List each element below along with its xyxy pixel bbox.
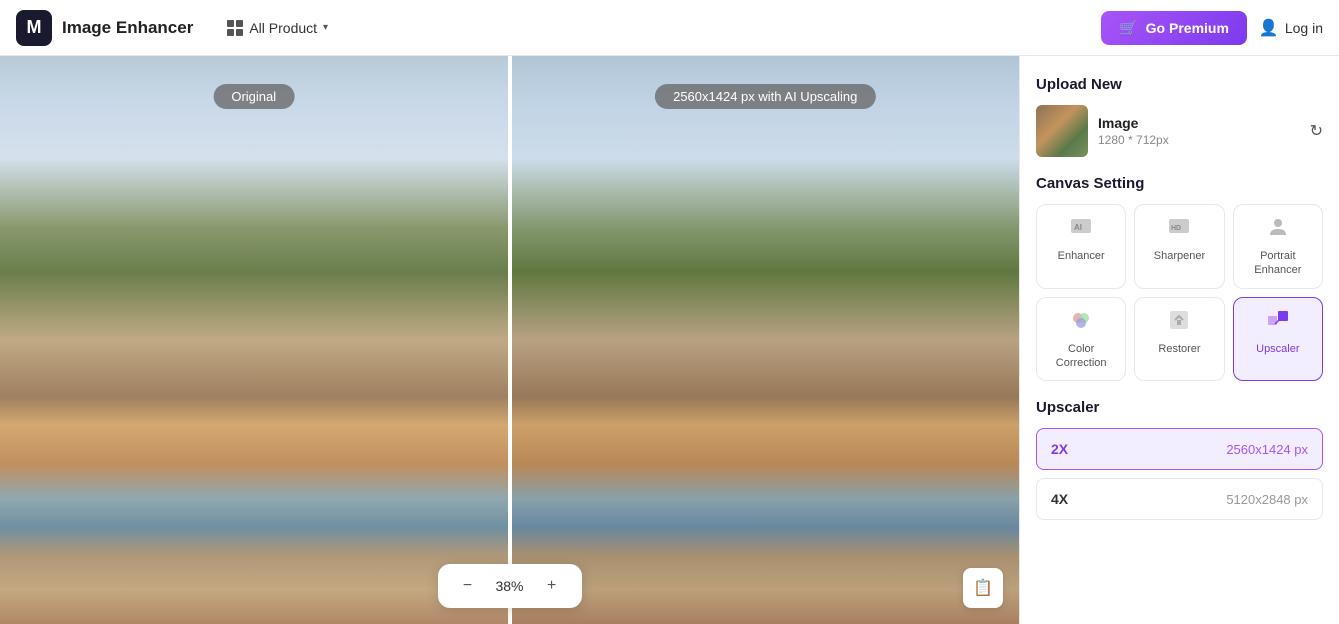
svg-text:AI: AI	[1074, 223, 1082, 232]
grid-icon	[227, 20, 243, 36]
upscaler-4x-option[interactable]: 4X 5120x2848 px	[1036, 478, 1323, 520]
list-icon: 📋	[973, 578, 993, 598]
sharpener-label: Sharpener	[1141, 249, 1217, 263]
enhancer-icon: AI	[1043, 215, 1119, 245]
tool-color-correction[interactable]: ColorCorrection	[1036, 297, 1126, 382]
cart-icon: 🛒	[1119, 19, 1138, 37]
upload-section-title: Upload New	[1036, 76, 1323, 93]
zoom-in-button[interactable]: +	[538, 572, 566, 600]
thumb-preview	[1036, 105, 1088, 157]
replace-image-button[interactable]: ↻	[1310, 121, 1323, 141]
original-label: Original	[213, 84, 294, 109]
upscaler-title: Upscaler	[1036, 399, 1323, 416]
upscaler-4x-size: 5120x2848 px	[1226, 492, 1308, 507]
upscaler-4x-label: 4X	[1051, 491, 1068, 507]
image-thumbnail	[1036, 105, 1088, 157]
go-premium-label: Go Premium	[1146, 20, 1229, 36]
chevron-down-icon: ▾	[323, 22, 328, 33]
upload-image-row: Image 1280 * 712px ↻	[1036, 105, 1323, 157]
original-panel: Original	[0, 56, 508, 624]
color-correction-icon	[1043, 308, 1119, 338]
all-product-label: All Product	[249, 20, 317, 36]
upscaler-card-label: Upscaler	[1240, 342, 1316, 356]
all-product-button[interactable]: All Product ▾	[217, 14, 338, 42]
zoom-bar: − 38% +	[438, 564, 582, 608]
tool-portrait[interactable]: PortraitEnhancer	[1233, 204, 1323, 289]
zoom-level: 38%	[492, 578, 528, 594]
restorer-icon	[1141, 308, 1217, 338]
right-panel: Upload New Image 1280 * 712px ↻ Canvas S…	[1019, 56, 1339, 624]
sharpener-icon: HD	[1141, 215, 1217, 245]
original-image	[0, 56, 508, 624]
image-name: Image	[1098, 115, 1300, 131]
svg-text:HD: HD	[1171, 225, 1181, 232]
image-info: Image 1280 * 712px	[1098, 115, 1300, 147]
enhancer-label: Enhancer	[1043, 249, 1119, 263]
logo: M	[16, 10, 52, 46]
canvas-setting-title: Canvas Setting	[1036, 175, 1323, 192]
images-container: Original 2560x1424 px with AI Upscaling	[0, 56, 1019, 624]
upscaled-panel: 2560x1424 px with AI Upscaling	[512, 56, 1020, 624]
logo-text: M	[27, 17, 42, 38]
zoom-out-icon: −	[463, 577, 472, 595]
portrait-label: PortraitEnhancer	[1240, 249, 1316, 278]
upscaler-2x-size: 2560x1424 px	[1226, 442, 1308, 457]
header: M Image Enhancer All Product ▾ 🛒 Go Prem…	[0, 0, 1339, 56]
tool-sharpener[interactable]: HD Sharpener	[1134, 204, 1224, 289]
login-label: Log in	[1285, 20, 1323, 36]
upscaled-image	[512, 56, 1020, 624]
canvas-area: Original 2560x1424 px with AI Upscaling …	[0, 56, 1019, 624]
main-layout: Original 2560x1424 px with AI Upscaling …	[0, 56, 1339, 624]
canvas-tools-grid: AI Enhancer HD Sharpener	[1036, 204, 1323, 381]
upscaler-icon	[1240, 308, 1316, 338]
upscaled-label: 2560x1424 px with AI Upscaling	[655, 84, 875, 109]
zoom-in-icon: +	[547, 577, 556, 595]
header-right: 🛒 Go Premium 👤 Log in	[1101, 11, 1323, 45]
zoom-out-button[interactable]: −	[454, 572, 482, 600]
user-icon: 👤	[1259, 18, 1279, 38]
tool-enhancer[interactable]: AI Enhancer	[1036, 204, 1126, 289]
restorer-label: Restorer	[1141, 342, 1217, 356]
go-premium-button[interactable]: 🛒 Go Premium	[1101, 11, 1247, 45]
tool-restorer[interactable]: Restorer	[1134, 297, 1224, 382]
upscaler-2x-option[interactable]: 2X 2560x1424 px	[1036, 428, 1323, 470]
portrait-icon	[1240, 215, 1316, 245]
report-button[interactable]: 📋	[963, 568, 1003, 608]
app-name: Image Enhancer	[62, 18, 193, 38]
image-dimensions: 1280 * 712px	[1098, 133, 1300, 147]
color-correction-label: ColorCorrection	[1043, 342, 1119, 371]
tool-upscaler[interactable]: Upscaler	[1233, 297, 1323, 382]
replace-icon: ↻	[1310, 123, 1323, 140]
login-button[interactable]: 👤 Log in	[1259, 18, 1323, 38]
upscaler-2x-label: 2X	[1051, 441, 1068, 457]
